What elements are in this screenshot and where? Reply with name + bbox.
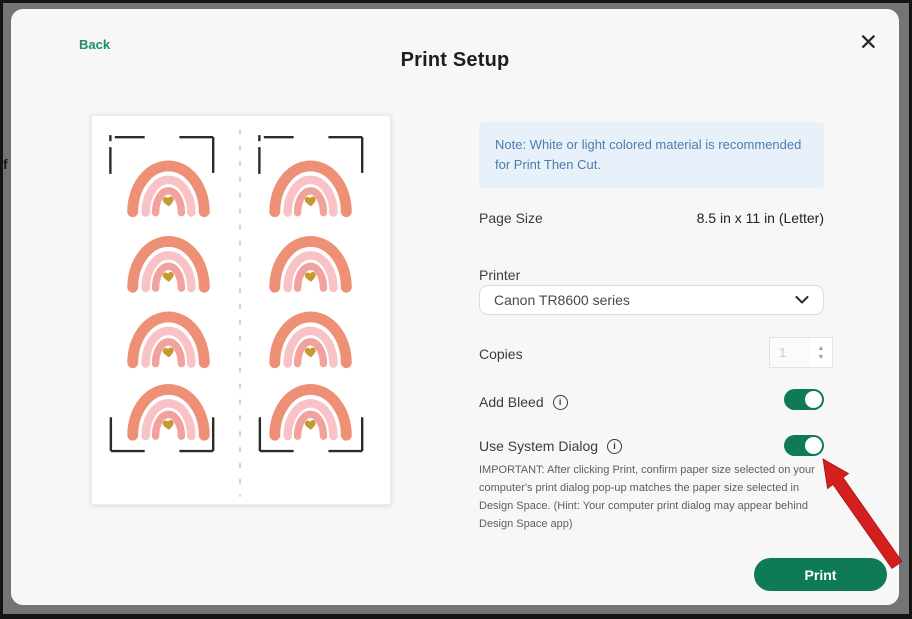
copies-label: Copies (479, 346, 523, 362)
note-line-1: Note: White or light colored material is… (495, 135, 808, 155)
page-size-row: Page Size 8.5 in x 11 in (Letter) (479, 210, 824, 226)
add-bleed-label: Add Bleed (479, 394, 544, 410)
stepper-up-icon[interactable]: ▲ (818, 345, 825, 352)
stepper-down-icon[interactable]: ▼ (818, 354, 825, 361)
use-system-dialog-row: Use System Dialog i (479, 438, 622, 454)
print-button[interactable]: Print (754, 558, 887, 591)
printer-select[interactable]: Canon TR8600 series (479, 285, 824, 315)
printer-label: Printer (479, 267, 520, 283)
page-title: Print Setup (11, 49, 899, 72)
info-icon[interactable]: i (553, 395, 568, 410)
page-size-value: 8.5 in x 11 in (Letter) (697, 210, 824, 226)
copies-stepper-arrows[interactable]: ▲ ▼ (810, 338, 832, 367)
use-system-dialog-label: Use System Dialog (479, 438, 598, 454)
note-line-2: for Print Then Cut. (495, 155, 808, 175)
copies-value: 1 (770, 345, 810, 360)
printer-selected-value: Canon TR8600 series (494, 292, 630, 308)
important-note: IMPORTANT: After clicking Print, confirm… (479, 461, 815, 533)
info-icon[interactable]: i (607, 439, 622, 454)
material-note: Note: White or light colored material is… (479, 122, 824, 188)
add-bleed-row: Add Bleed i (479, 394, 568, 410)
background-app-fragment: f (3, 156, 8, 172)
use-system-dialog-toggle[interactable] (784, 435, 824, 456)
close-icon[interactable]: ✕ (859, 31, 878, 54)
print-preview (91, 115, 391, 505)
rainbow-artwork-grid (133, 166, 347, 436)
copies-stepper[interactable]: 1 ▲ ▼ (769, 337, 833, 368)
toggle-knob (805, 391, 822, 408)
chevron-down-icon (795, 296, 809, 304)
print-setup-dialog: Back Print Setup ✕ (11, 9, 899, 605)
print-preview-canvas (92, 116, 390, 504)
important-line-3: Design Space. (Hint: Your computer print… (479, 497, 815, 515)
page-size-label: Page Size (479, 210, 543, 226)
add-bleed-toggle[interactable] (784, 389, 824, 410)
important-line-2: computer's print dialog pop-up matches t… (479, 479, 815, 497)
toggle-knob (805, 437, 822, 454)
important-line-4: Design Space app) (479, 515, 815, 533)
important-line-1: IMPORTANT: After clicking Print, confirm… (479, 461, 815, 479)
